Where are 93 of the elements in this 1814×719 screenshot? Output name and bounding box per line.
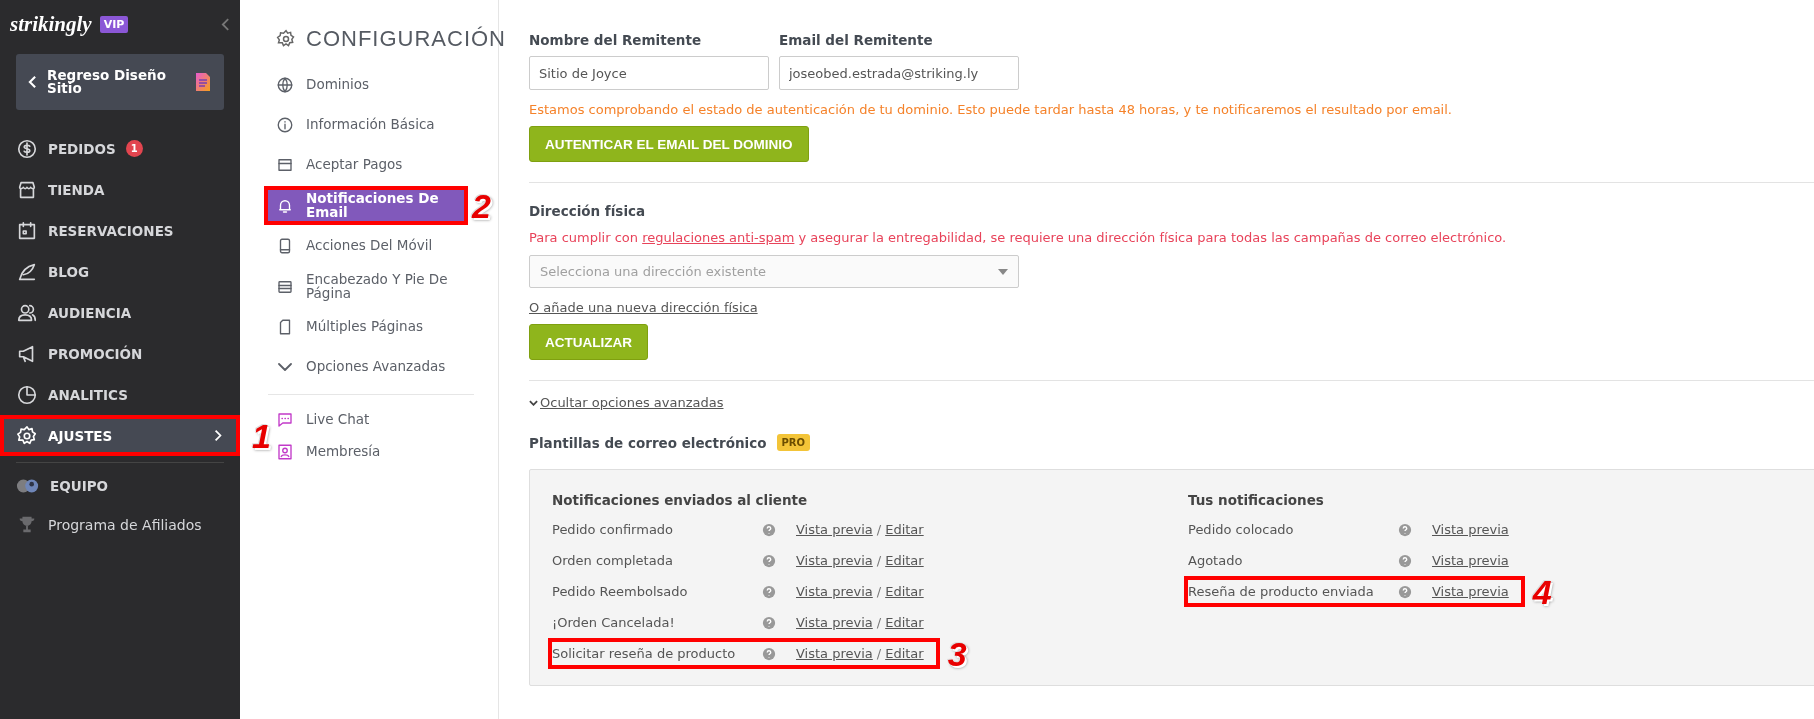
logo: strikingly (10, 11, 92, 37)
help-icon[interactable] (762, 553, 776, 568)
settings-nav-item[interactable]: Live Chat (268, 405, 448, 435)
advanced-toggle-link[interactable]: Ocultar opciones avanzadas (529, 395, 724, 410)
template-name: Agotado (1188, 553, 1244, 568)
sidebar-item[interactable]: TIENDA (4, 173, 236, 206)
help-icon[interactable] (762, 615, 776, 630)
section-heading: Plantillas de correo electrónico (529, 434, 767, 451)
link-separator: / (876, 522, 882, 537)
sidebar-item[interactable]: PROMOCIÓN (4, 337, 236, 370)
callout-number: 1 (252, 418, 271, 453)
status-message: Estamos comprobando el estado de autenticación de tu dominio. Esto puede tardar hasta 48 horas, y te notificaremos el resultado por email. (529, 102, 1452, 117)
chevron-down-icon (278, 363, 292, 371)
sidebar-item[interactable]: AUDIENCIA (4, 296, 236, 329)
link-separator: / (876, 646, 882, 661)
edit-link[interactable]: Editar (885, 615, 924, 630)
settings-nav-item[interactable]: Encabezado Y Pie De Página (268, 271, 464, 302)
help-icon[interactable] (1398, 584, 1412, 599)
template-name: Pedido colocado (1188, 522, 1295, 537)
globe-icon (276, 76, 294, 94)
regulations-link[interactable]: regulaciones anti-spam (642, 230, 795, 245)
preview-link[interactable]: Vista previa (796, 553, 873, 568)
preview-link[interactable]: Vista previa (1432, 522, 1509, 537)
settings-nav-item[interactable]: Dominios (268, 70, 464, 100)
edit-link[interactable]: Editar (885, 522, 924, 537)
chat-icon (276, 411, 294, 429)
card-icon (276, 156, 294, 174)
settings-nav-item[interactable]: Notificaciones De Email (268, 190, 464, 221)
help-icon[interactable] (1398, 553, 1412, 568)
template-name: Solicitar reseña de producto (552, 646, 737, 661)
sidebar-item[interactable]: AJUSTES (4, 419, 236, 452)
settings-nav-item[interactable]: Múltiples Páginas (268, 312, 464, 342)
link-separator: / (876, 615, 882, 630)
sidebar-item[interactable]: BLOG (4, 255, 236, 288)
column-heading: Tus notificaciones (1188, 492, 1325, 508)
info-icon (276, 116, 294, 134)
pie-chart-icon (16, 383, 38, 406)
dropdown-caret-icon (998, 268, 1008, 275)
add-address-link[interactable]: O añade una nueva dirección física (529, 300, 758, 315)
sidebar-item[interactable]: RESERVACIONES (4, 214, 236, 247)
sidebar-item[interactable]: PEDIDOS 1 (4, 132, 236, 165)
edit-link[interactable]: Editar (885, 584, 924, 599)
count-badge: 1 (125, 140, 143, 157)
preview-link[interactable]: Vista previa (1432, 553, 1509, 568)
template-name: Pedido confirmado (552, 522, 675, 537)
settings-nav-item[interactable]: Aceptar Pagos (268, 150, 464, 180)
sidebar-item[interactable]: Programa de Afiliados (4, 508, 236, 541)
field-label: Nombre del Remitente (529, 32, 703, 48)
help-icon[interactable] (762, 522, 776, 537)
chevron-down-icon (529, 399, 538, 406)
field-label: Email del Remitente (779, 32, 934, 48)
callout-number: 2 (472, 188, 491, 223)
help-icon[interactable] (762, 646, 776, 661)
dollar-icon (16, 137, 38, 160)
link-separator: / (876, 553, 882, 568)
preview-link[interactable]: Vista previa (796, 584, 873, 599)
input-field[interactable]: joseobed.estrada@striking.ly (779, 56, 1019, 90)
sidebar-item[interactable]: EQUIPO (4, 469, 236, 502)
settings-nav-item[interactable]: Acciones Del Móvil (268, 231, 464, 261)
chevron-right-icon (214, 429, 222, 442)
preview-link[interactable]: Vista previa (796, 522, 873, 537)
settings-icon (16, 424, 38, 447)
template-name: Orden completada (552, 553, 674, 568)
help-icon[interactable] (762, 584, 776, 599)
sidebar-item[interactable]: ANALITICS (4, 378, 236, 411)
template-name: ¡Orden Cancelada! (552, 615, 676, 630)
section-title: CONFIGURACIÓN (306, 26, 506, 52)
edit-link[interactable]: Editar (885, 646, 924, 661)
warning-message: Para cumplir con regulaciones anti-spam y asegurar la entregabilidad, se requiere una dirección física para todas las campañas de correo electrónico. (529, 230, 1507, 245)
column-heading: Notificaciones enviados al cliente (552, 492, 809, 508)
member-icon (276, 443, 294, 461)
pro-badge: PRO (776, 434, 811, 451)
preview-link[interactable]: Vista previa (1432, 584, 1509, 599)
settings-nav-item[interactable]: Información Básica (268, 110, 464, 140)
settings-nav-item[interactable]: Opciones Avanzadas (268, 352, 464, 382)
document-icon (196, 73, 210, 91)
back-button[interactable]: Regreso Diseño Sitio (16, 54, 224, 110)
edit-link[interactable]: Editar (885, 553, 924, 568)
callout-number: 3 (947, 636, 967, 671)
settings-icon (276, 29, 296, 49)
template-name: Pedido Reembolsado (552, 584, 689, 599)
settings-nav-item[interactable]: Membresía (268, 437, 448, 467)
collapse-icon[interactable] (221, 16, 230, 32)
input-field[interactable]: Sitio de Joyce (529, 56, 769, 90)
field-label: Dirección física (529, 203, 646, 219)
link-separator: / (876, 584, 882, 599)
preview-link[interactable]: Vista previa (796, 615, 873, 630)
template-name: Reseña de producto enviada (1188, 584, 1375, 599)
preview-link[interactable]: Vista previa (796, 646, 873, 661)
calendar-icon (16, 219, 38, 242)
help-icon[interactable] (1398, 522, 1412, 537)
plan-badge: VIP (99, 15, 129, 33)
callout-number: 4 (1532, 574, 1552, 609)
